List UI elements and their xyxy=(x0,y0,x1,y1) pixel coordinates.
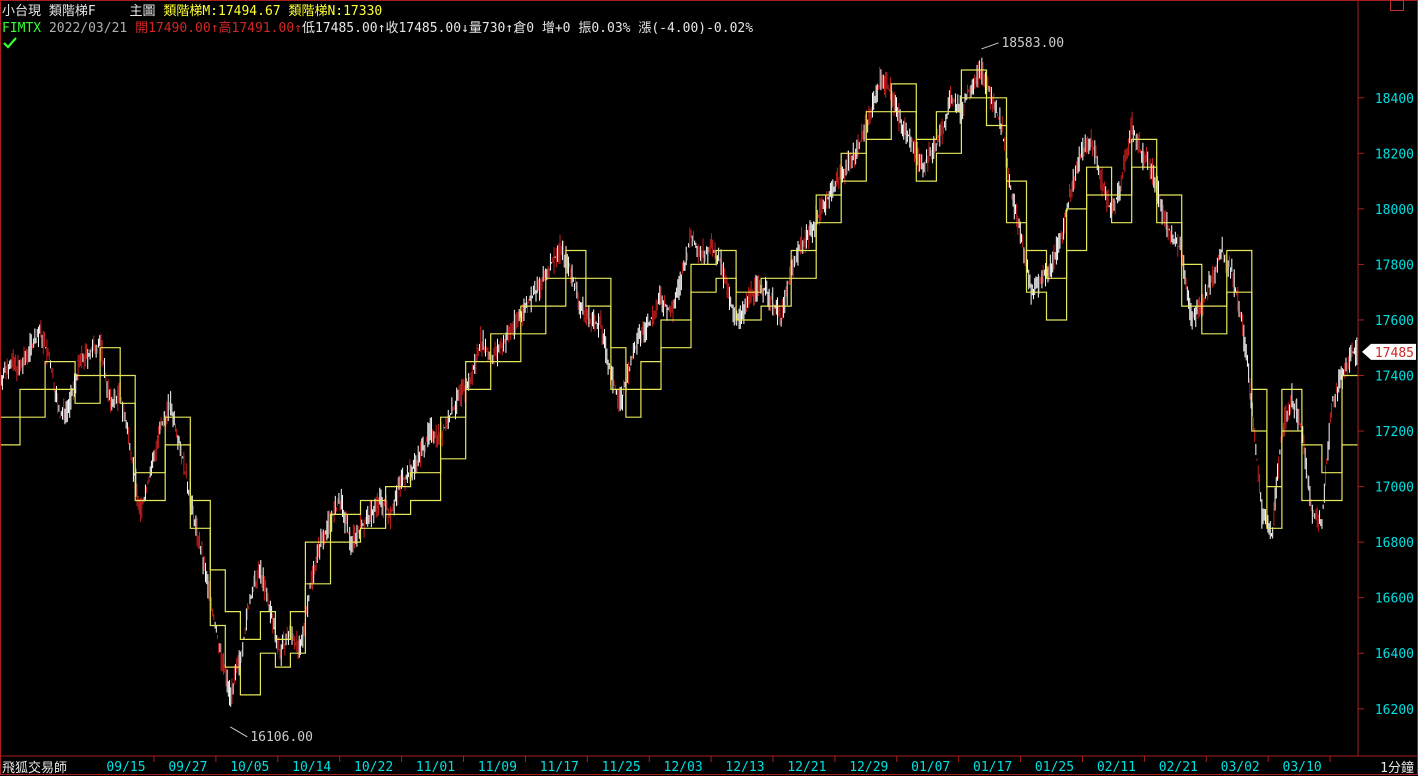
x-tick-label: 03/02 xyxy=(1221,760,1260,775)
axis-labels: 16200 16400 16600 16800 17000 17200 17400 17600… xyxy=(106,36,1416,775)
high-price: 高17491.00 xyxy=(218,21,295,36)
ticker: FIMTX xyxy=(2,21,42,36)
quote-date: 2022/03/21 xyxy=(48,21,128,36)
x-tick-label: 01/07 xyxy=(911,760,950,775)
x-tick-label: 11/09 xyxy=(478,760,517,775)
x-tick-label: 09/15 xyxy=(106,760,145,775)
x-tick-label: 09/27 xyxy=(168,760,207,775)
frame-border xyxy=(0,0,1418,775)
y-tick-label: 16400 xyxy=(1375,647,1414,662)
max-price-label: 18583.00 xyxy=(1001,36,1064,51)
y-tick-label: 17600 xyxy=(1375,314,1414,329)
x-tick-label: 03/10 xyxy=(1283,760,1322,775)
x-tick-label: 10/05 xyxy=(230,760,269,775)
restore-window-icon[interactable] xyxy=(1390,0,1404,11)
close-price: 收17485.00 xyxy=(385,21,462,36)
x-tick-label: 11/17 xyxy=(540,760,579,775)
min-leader xyxy=(230,726,248,738)
y-tick-label: 17400 xyxy=(1375,370,1414,385)
up-arrow-icon: ↑ xyxy=(210,21,219,36)
x-tick-label: 12/29 xyxy=(849,760,888,775)
oi-change: 增+0 xyxy=(541,21,571,36)
x-tick-label: 02/21 xyxy=(1159,760,1198,775)
x-tick-label: 12/13 xyxy=(725,760,764,775)
x-tick-label: 10/14 xyxy=(292,760,331,775)
header-line-2: FIMTX 2022/03/21 開17490.00↑高17491.00↑低17… xyxy=(2,17,753,36)
x-tick-label: 11/01 xyxy=(416,760,455,775)
up-arrow-icon: ↑ xyxy=(294,21,302,36)
last-price-label: 17485 xyxy=(1375,346,1414,361)
x-tick-label: 10/22 xyxy=(354,760,393,775)
open-interest: 倉0 xyxy=(513,21,535,36)
indicator-lines xyxy=(0,69,1358,696)
y-tick-label: 16800 xyxy=(1375,536,1414,551)
x-tick-label: 12/03 xyxy=(664,760,703,775)
x-tick-label: 01/17 xyxy=(973,760,1012,775)
price-chart[interactable]: 16200 16400 16600 16800 17000 17200 17400 17600… xyxy=(0,0,1418,775)
y-tick-label: 16200 xyxy=(1375,703,1414,718)
y-tick-label: 16600 xyxy=(1375,592,1414,607)
series-line-m xyxy=(0,69,1358,640)
series-line-n xyxy=(0,97,1358,696)
max-leader xyxy=(981,42,999,50)
min-price-label: 16106.00 xyxy=(250,730,313,745)
price-change: 漲(-4.00)-0.02% xyxy=(638,21,754,36)
y-tick-label: 18400 xyxy=(1375,92,1414,107)
open-price: 開17490.00 xyxy=(135,21,211,36)
low-price: 低17485.00 xyxy=(301,21,378,36)
price-ticks xyxy=(0,57,1358,707)
axes xyxy=(0,0,1418,775)
checkmark-icon[interactable] xyxy=(2,35,18,51)
amplitude: 振0.03% xyxy=(578,21,631,36)
x-tick-label: 12/21 xyxy=(787,760,826,775)
volume: 量730 xyxy=(468,21,506,36)
y-tick-label: 17000 xyxy=(1375,481,1414,496)
app-logo-text: 飛狐交易師 xyxy=(2,761,68,776)
x-tick-label: 11/25 xyxy=(602,760,641,775)
y-tick-label: 18200 xyxy=(1375,147,1414,162)
y-tick-label: 17800 xyxy=(1375,258,1414,273)
x-tick-label: 01/25 xyxy=(1035,760,1074,775)
y-tick-label: 17200 xyxy=(1375,425,1414,440)
timeframe-selector[interactable]: 1分鐘 xyxy=(1380,757,1414,776)
down-arrow-icon: ↓ xyxy=(461,21,469,36)
y-tick-label: 18000 xyxy=(1375,203,1414,218)
x-tick-label: 02/11 xyxy=(1097,760,1136,775)
